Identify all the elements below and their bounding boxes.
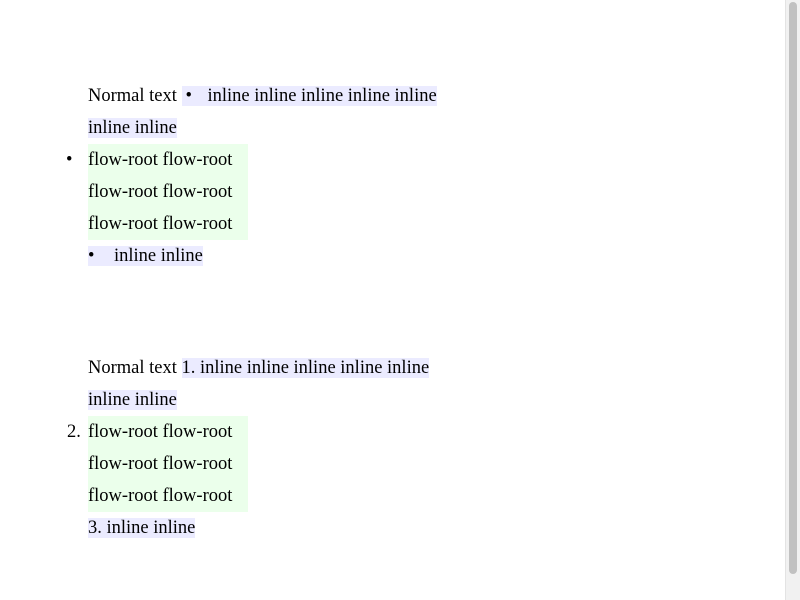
inline-item-text: inline inline xyxy=(106,518,196,538)
flow-root-line: flow-root flow-root xyxy=(88,182,233,202)
flow-root-line: flow-root flow-root xyxy=(88,422,233,442)
section2-last-line: 3. inline inline xyxy=(88,516,196,540)
flow-root-list-item: flow-root flow-root flow-root flow-root … xyxy=(88,144,248,240)
normal-text: Normal text xyxy=(88,86,177,106)
flow-root-line: flow-root flow-root xyxy=(88,454,233,474)
inline-list-item: 1. inline inline inline inline inline xyxy=(181,358,430,378)
flow-root-line: flow-root flow-root xyxy=(88,214,233,234)
inline-item-text: inline inline xyxy=(114,246,203,266)
section1-first-line: Normal text • inline inline inline inline… xyxy=(88,84,437,108)
inline-list-item: • inline inline inline inline inline xyxy=(181,86,437,106)
section1-last-line: • inline inline xyxy=(88,244,203,268)
flow-root-line: flow-root flow-root xyxy=(88,486,233,506)
number-marker: 3. xyxy=(88,518,102,538)
inline-item-text: inline inline inline inline inline xyxy=(207,86,437,106)
inline-list-item: • inline inline xyxy=(88,246,203,266)
document-canvas: Normal text • inline inline inline inline… xyxy=(0,0,785,600)
inline-item-wrap-text: inline inline xyxy=(88,390,177,410)
inline-list-item: 3. inline inline xyxy=(88,518,196,538)
flow-root-list-item: flow-root flow-root flow-root flow-root … xyxy=(88,416,248,512)
flow-root-line: flow-root flow-root xyxy=(88,150,233,170)
bullet-marker-outside: • xyxy=(66,150,73,170)
inline-item-text: inline inline inline inline inline xyxy=(200,358,430,378)
number-marker: 1. xyxy=(181,358,196,378)
bullet-marker: • xyxy=(185,86,192,106)
section2-first-line: Normal text 1. inline inline inline inli… xyxy=(88,356,430,380)
section1-wrap-line: inline inline xyxy=(88,116,177,140)
number-marker-outside: 2. xyxy=(67,422,81,442)
normal-text: Normal text xyxy=(88,358,177,378)
vertical-scrollbar[interactable] xyxy=(785,0,800,600)
inline-item-wrap-text: inline inline xyxy=(88,118,177,138)
bullet-marker: • xyxy=(88,246,95,266)
scrollbar-thumb[interactable] xyxy=(789,2,797,574)
section2-wrap-line: inline inline xyxy=(88,388,177,412)
